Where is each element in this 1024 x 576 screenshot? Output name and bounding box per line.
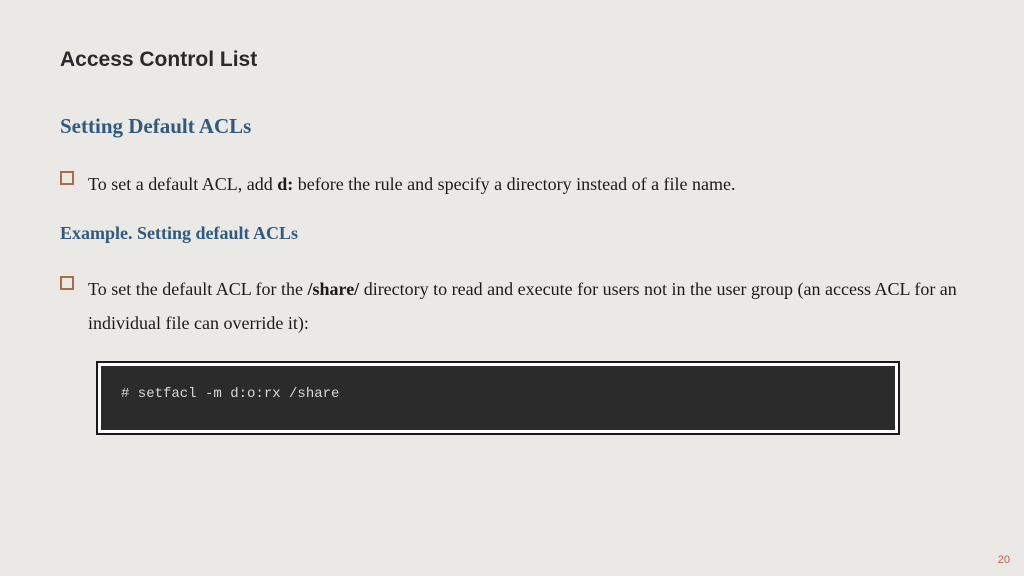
- section-heading: Setting Default ACLs: [60, 114, 964, 139]
- example-heading: Example. Setting default ACLs: [60, 223, 964, 244]
- code-block: # setfacl -m d:o:rx /share: [98, 363, 898, 433]
- bullet-text: To set a default ACL, add d: before the …: [88, 167, 736, 201]
- bullet-item: To set a default ACL, add d: before the …: [60, 167, 964, 201]
- square-bullet-icon: [60, 276, 74, 290]
- slide-content: Access Control List Setting Default ACLs…: [0, 0, 1024, 463]
- code-text: # setfacl -m d:o:rx /share: [121, 386, 339, 402]
- bullet-item: To set the default ACL for the /share/ d…: [60, 272, 964, 340]
- square-bullet-icon: [60, 171, 74, 185]
- bullet-text: To set the default ACL for the /share/ d…: [88, 272, 964, 340]
- page-number: 20: [998, 554, 1010, 566]
- page-title: Access Control List: [60, 48, 964, 72]
